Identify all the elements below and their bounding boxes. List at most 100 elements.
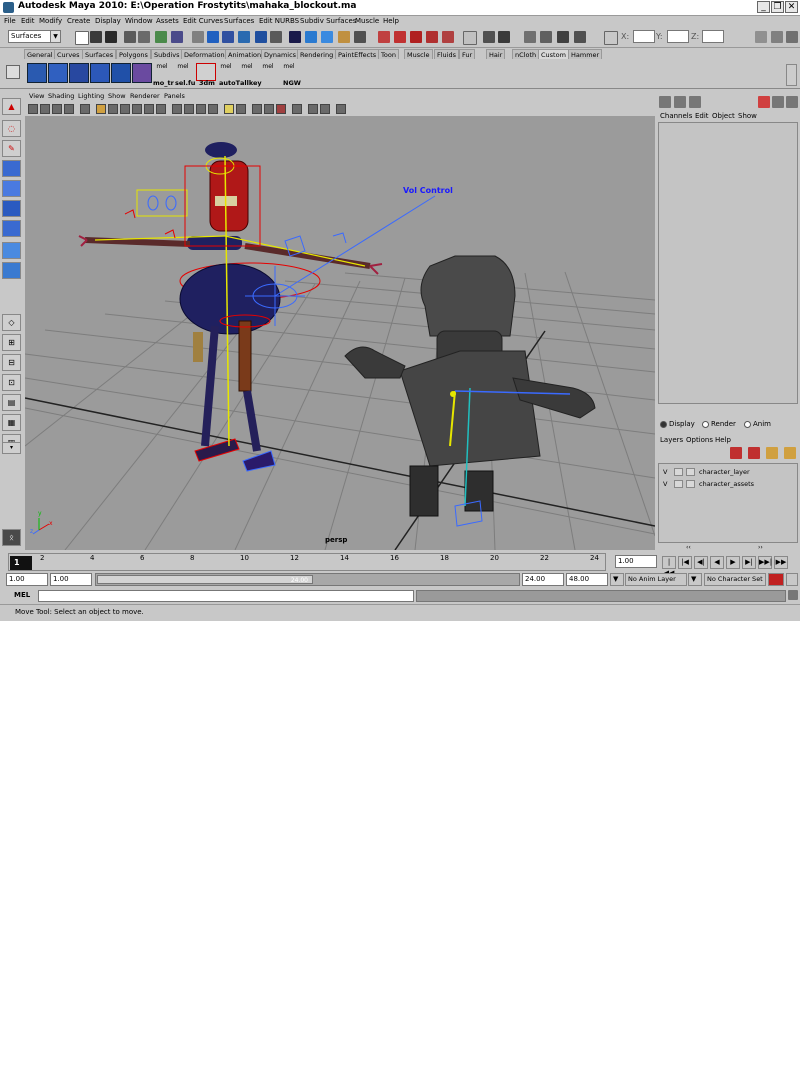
shelf-tab-hammer[interactable]: Hammer xyxy=(568,49,603,59)
menu-edit-nurbs[interactable]: Edit NURBS xyxy=(259,17,299,25)
character-set-dropdown[interactable]: No Character Set xyxy=(704,573,766,586)
layout-two-icon[interactable]: ⊟ xyxy=(2,354,21,371)
playback-start-field[interactable]: 1.00 xyxy=(50,573,92,586)
range-slider[interactable]: 24.00 xyxy=(95,573,520,586)
object-menu[interactable]: Object xyxy=(712,112,735,120)
save-scene-icon[interactable] xyxy=(105,31,117,43)
camera-attributes-icon[interactable] xyxy=(40,104,50,114)
y-field[interactable] xyxy=(667,30,689,43)
make-live-icon[interactable] xyxy=(270,31,282,43)
time-ruler[interactable]: 1 2 4 6 8 10 12 14 16 18 20 22 24 xyxy=(8,553,606,571)
mel-icon[interactable]: mel xyxy=(238,63,256,77)
show-manipulator-icon[interactable] xyxy=(2,262,21,279)
layer-scroll-right[interactable]: ›› xyxy=(758,544,763,551)
menu-window[interactable]: Window xyxy=(125,17,153,25)
scale-tool-icon[interactable] xyxy=(2,200,21,217)
move-tool-icon[interactable] xyxy=(2,160,21,177)
xray-icon[interactable] xyxy=(252,104,262,114)
layer-type-box[interactable] xyxy=(674,480,683,488)
new-scene-icon[interactable] xyxy=(75,31,89,45)
shelf-script-icon[interactable] xyxy=(69,63,89,83)
shelf-tab-ncloth[interactable]: nCloth xyxy=(512,49,540,59)
menu-display[interactable]: Display xyxy=(95,17,121,25)
mel-icon[interactable]: mel xyxy=(217,63,235,77)
close-button[interactable]: ✕ xyxy=(785,1,798,13)
shelf-script-icon[interactable] xyxy=(132,63,152,83)
bookmarks-icon[interactable] xyxy=(52,104,62,114)
perspective-viewport[interactable]: Vol Control persp x y z xyxy=(25,116,655,550)
construction-history-icon[interactable] xyxy=(305,31,317,43)
shelf-tab-hair[interactable]: Hair xyxy=(486,49,506,59)
shelf-tab-surfaces[interactable]: Surfaces xyxy=(82,49,117,59)
shelf-tab-animation[interactable]: Animation xyxy=(225,49,265,59)
menu-create[interactable]: Create xyxy=(67,17,90,25)
anim-radio[interactable]: Anim xyxy=(744,420,771,428)
options-menu[interactable]: Options xyxy=(686,436,713,444)
layer-color-box[interactable] xyxy=(686,468,695,476)
viewport-menu-lighting[interactable]: Lighting xyxy=(78,92,104,100)
gate-mask-icon[interactable] xyxy=(120,104,130,114)
wireframe-on-shaded-icon[interactable] xyxy=(196,104,206,114)
hypergraph-icon[interactable] xyxy=(540,31,552,43)
manipulator-tool-icon[interactable] xyxy=(2,220,21,237)
select-camera-icon[interactable] xyxy=(28,104,38,114)
shelf-tab-muscle[interactable]: Muscle xyxy=(404,49,433,59)
menu-edit-curves[interactable]: Edit Curves xyxy=(183,17,223,25)
layer-visibility[interactable]: V xyxy=(663,467,667,477)
shelf-script-icon[interactable] xyxy=(27,63,47,83)
fog-icon[interactable] xyxy=(336,104,346,114)
smooth-shade-icon[interactable] xyxy=(184,104,194,114)
hypershade-icon[interactable] xyxy=(394,31,406,43)
current-frame-marker[interactable]: 1 xyxy=(10,556,32,570)
go-to-end-button[interactable]: ▶▶ xyxy=(774,556,788,569)
render-view-icon[interactable] xyxy=(410,31,422,43)
graph-editor-icon[interactable] xyxy=(557,31,569,43)
viewport-menu-panels[interactable]: Panels xyxy=(164,92,185,100)
menu-modify[interactable]: Modify xyxy=(39,17,62,25)
render-batch-icon[interactable] xyxy=(442,31,454,43)
maximize-button[interactable]: ❐ xyxy=(771,1,784,13)
menu-edit[interactable]: Edit xyxy=(21,17,35,25)
layers-menu[interactable]: Layers xyxy=(660,436,683,444)
anim-layer-dropdown[interactable]: No Anim Layer xyxy=(625,573,687,586)
step-back-key-button[interactable]: |◀ xyxy=(678,556,692,569)
image-plane-icon[interactable] xyxy=(64,104,74,114)
mel-icon[interactable]: mel xyxy=(153,63,171,77)
shelf-script-icon[interactable] xyxy=(90,63,110,83)
use-all-lights-icon[interactable] xyxy=(224,104,234,114)
high-quality-icon[interactable] xyxy=(308,104,318,114)
grid-icon[interactable] xyxy=(80,104,90,114)
layout-persp-outliner-icon[interactable]: ⊡ xyxy=(2,374,21,391)
shelf-tab-custom[interactable]: Custom xyxy=(538,49,569,59)
mel-icon[interactable]: mel xyxy=(174,63,192,77)
edit-menu[interactable]: Edit xyxy=(695,112,709,120)
isolate-select-icon[interactable] xyxy=(292,104,302,114)
safe-title-icon[interactable] xyxy=(156,104,166,114)
shelf-tab-fluids[interactable]: Fluids xyxy=(434,49,459,59)
menu-muscle[interactable]: Muscle xyxy=(355,17,379,25)
ipr-render-icon[interactable] xyxy=(354,31,366,43)
select-object-icon[interactable] xyxy=(138,31,150,43)
current-time-field[interactable]: 1.00 xyxy=(615,555,657,568)
shelf-script-icon[interactable] xyxy=(111,63,131,83)
viewport-menu-shading[interactable]: Shading xyxy=(48,92,74,100)
move-layer-up-icon[interactable] xyxy=(766,447,778,459)
script-editor-icon[interactable] xyxy=(788,590,798,600)
select-tool-icon[interactable]: ▲ xyxy=(2,98,21,115)
display-radio[interactable]: Display xyxy=(660,420,695,428)
paint-select-icon[interactable]: ✎ xyxy=(2,140,21,157)
layout-more-icon[interactable]: ▾ xyxy=(2,442,21,454)
tool-settings-icon[interactable] xyxy=(483,31,495,43)
layer-row[interactable]: V character_layer xyxy=(661,467,797,477)
channel-box-layout-icon[interactable] xyxy=(659,96,671,108)
shelf-script-icon[interactable] xyxy=(48,63,68,83)
x-field[interactable] xyxy=(633,30,655,43)
playback-end-field[interactable]: 24.00 xyxy=(522,573,564,586)
select-hierarchy-icon[interactable] xyxy=(124,31,136,43)
viewport-menu-view[interactable]: View xyxy=(29,92,44,100)
show-menu[interactable]: Show xyxy=(738,112,757,120)
backface-culling-icon[interactable] xyxy=(320,104,330,114)
layer-type-box[interactable] xyxy=(674,468,683,476)
xray-components-icon[interactable] xyxy=(276,104,286,114)
outliner-icon[interactable] xyxy=(524,31,536,43)
